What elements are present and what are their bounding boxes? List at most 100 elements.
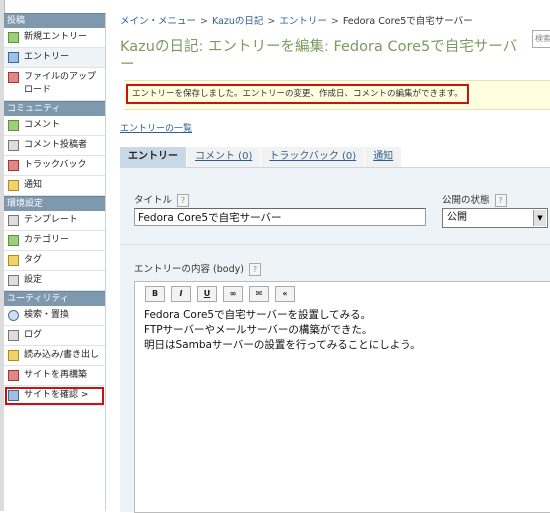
tab-bar: エントリー コメント (0) トラックバック (0) 通知 — [120, 147, 550, 167]
sidebar-item-label: テンプレート — [24, 215, 78, 225]
status-label-row: 公開の状態? — [442, 192, 507, 207]
sidebar-item-log[interactable]: ログ — [4, 326, 105, 346]
settings-icon — [8, 275, 19, 286]
view-site-icon — [8, 390, 19, 401]
sidebar-section-preferences: 環境設定 — [4, 196, 105, 211]
body-text-line: FTPサーバーやメールサーバーの構築ができた。 — [144, 324, 373, 336]
sidebar: 投稿 新規エントリー エントリー ファイルのアップロード コミュニティ コメント… — [4, 13, 106, 511]
rebuild-icon — [8, 370, 19, 381]
sidebar-item-label: ファイルのアップロード — [24, 72, 97, 95]
status-message-box: エントリーを保存しました。エントリーの変更、作成日、コメントの編集ができます。 — [124, 80, 550, 110]
status-message: エントリーを保存しました。エントリーの変更、作成日、コメントの編集ができます。 — [126, 84, 469, 104]
sidebar-item-label: 設定 — [24, 275, 43, 285]
sidebar-item-comments[interactable]: コメント — [4, 116, 105, 136]
sidebar-item-label: サイトを再構築 — [24, 370, 88, 380]
sidebar-item-search-replace[interactable]: 検索・置換 — [4, 306, 105, 326]
page-title: Kazuの日記: エントリーを編集: Fedora Core5で自宅サーバー — [120, 38, 520, 74]
notification-icon — [8, 180, 19, 191]
body-text-line: Fedora Core5で自宅サーバーを設置してみる。 — [144, 309, 372, 321]
breadcrumb-current: Fedora Core5で自宅サーバー — [342, 16, 473, 27]
sidebar-item-label: 読み込み/書き出し — [24, 350, 100, 360]
sidebar-item-trackbacks[interactable]: トラックバック — [4, 156, 105, 176]
body-label: エントリーの内容 (body) — [134, 264, 244, 275]
breadcrumb-entries[interactable]: エントリー — [279, 16, 327, 27]
main-content: メイン・メニュー > Kazuの日記 > エントリー > Fedora Core5で自宅サー… — [118, 0, 550, 513]
status-select-value: 公開 — [447, 212, 467, 223]
quote-button[interactable]: « — [275, 286, 295, 302]
comment-icon — [8, 120, 19, 131]
breadcrumb-separator: > — [267, 16, 276, 27]
bold-button[interactable]: B — [145, 286, 165, 302]
sidebar-item-label: ログ — [24, 330, 43, 340]
breadcrumb: メイン・メニュー > Kazuの日記 > エントリー > Fedora Core5で自宅サー… — [120, 13, 473, 27]
sidebar-section-post: 投稿 — [4, 13, 105, 28]
sidebar-item-categories[interactable]: カテゴリー — [4, 231, 105, 251]
help-icon[interactable]: ? — [177, 194, 190, 207]
editor-toolbar: B I U ∞ ✉ « — [145, 286, 301, 302]
body-text-line: 明日はSambaサーバーの設置を行ってみることにしよう。 — [144, 339, 421, 351]
chevron-down-icon[interactable]: ▼ — [533, 210, 546, 226]
sidebar-item-templates[interactable]: テンプレート — [4, 211, 105, 231]
entry-list-link[interactable]: エントリーの一覧 — [120, 121, 192, 134]
sidebar-item-label: コメント — [24, 120, 61, 130]
sidebar-item-label: タグ — [24, 255, 43, 265]
italic-button[interactable]: I — [171, 286, 191, 302]
import-export-icon — [8, 350, 19, 361]
sidebar-item-entries[interactable]: エントリー — [4, 48, 105, 68]
sidebar-item-rebuild[interactable]: サイトを再構築 — [4, 366, 105, 386]
sidebar-item-label: 新規エントリー — [24, 32, 88, 42]
sidebar-item-label: エントリー — [24, 52, 70, 62]
sidebar-item-view-site[interactable]: サイトを確認 > — [4, 386, 105, 406]
status-label: 公開の状態 — [442, 195, 490, 206]
help-icon[interactable]: ? — [248, 263, 261, 276]
log-icon — [8, 330, 19, 341]
category-icon — [8, 235, 19, 246]
entry-edit-panel: タイトル? Fedora Core5で自宅サーバー 公開の状態? 公開 ▼ エン… — [120, 167, 550, 513]
title-input[interactable]: Fedora Core5で自宅サーバー — [134, 208, 426, 226]
body-editor[interactable]: B I U ∞ ✉ « Fedora Core5で自宅サーバーを設置してみる。 … — [134, 281, 550, 513]
entry-icon — [8, 52, 19, 63]
sidebar-item-file-upload[interactable]: ファイルのアップロード — [4, 68, 105, 101]
sidebar-item-label: 検索・置換 — [24, 310, 70, 320]
sidebar-section-community: コミュニティ — [4, 101, 105, 116]
new-entry-icon — [8, 32, 19, 43]
underline-button[interactable]: U — [197, 286, 217, 302]
sidebar-item-tags[interactable]: タグ — [4, 251, 105, 271]
sidebar-item-notifications[interactable]: 通知 — [4, 176, 105, 196]
sidebar-item-settings[interactable]: 設定 — [4, 271, 105, 291]
tab-notification[interactable]: 通知 — [365, 147, 402, 167]
sidebar-item-import-export[interactable]: 読み込み/書き出し — [4, 346, 105, 366]
sidebar-item-label: サイトを確認 > — [24, 390, 89, 400]
sidebar-item-label: 通知 — [24, 180, 43, 190]
tab-trackbacks[interactable]: トラックバック (0) — [261, 147, 365, 167]
breadcrumb-separator: > — [200, 16, 208, 27]
sidebar-item-label: コメント投稿者 — [24, 140, 88, 150]
tag-icon — [8, 255, 19, 266]
sidebar-item-commenters[interactable]: コメント投稿者 — [4, 136, 105, 156]
template-icon — [8, 215, 19, 226]
link-button[interactable]: ∞ — [223, 286, 243, 302]
page-title-colon: : — [198, 39, 208, 55]
title-label: タイトル — [134, 195, 173, 206]
body-label-row: エントリーの内容 (body)? — [134, 261, 261, 276]
sidebar-item-label: トラックバック — [24, 160, 87, 170]
commenter-icon — [8, 140, 19, 151]
help-icon[interactable]: ? — [494, 194, 507, 207]
file-upload-icon — [8, 72, 19, 83]
breadcrumb-blog[interactable]: Kazuの日記 — [212, 16, 263, 27]
sidebar-section-utilities: ユーティリティ — [4, 291, 105, 306]
breadcrumb-separator: > — [330, 16, 339, 27]
tab-comments[interactable]: コメント (0) — [187, 147, 261, 167]
title-label-row: タイトル? — [134, 192, 190, 207]
trackback-icon — [8, 160, 19, 171]
divider — [120, 244, 550, 245]
search-input[interactable]: 検索 — [532, 30, 550, 48]
page-title-blog: Kazuの日記 — [120, 39, 199, 55]
tab-entry[interactable]: エントリー — [120, 147, 186, 167]
sidebar-item-new-entry[interactable]: 新規エントリー — [4, 28, 105, 48]
sidebar-item-label: カテゴリー — [24, 235, 70, 245]
status-select[interactable]: 公開 ▼ — [442, 208, 548, 228]
email-link-button[interactable]: ✉ — [249, 286, 269, 302]
breadcrumb-main-menu[interactable]: メイン・メニュー — [120, 16, 196, 27]
search-icon — [8, 310, 19, 321]
